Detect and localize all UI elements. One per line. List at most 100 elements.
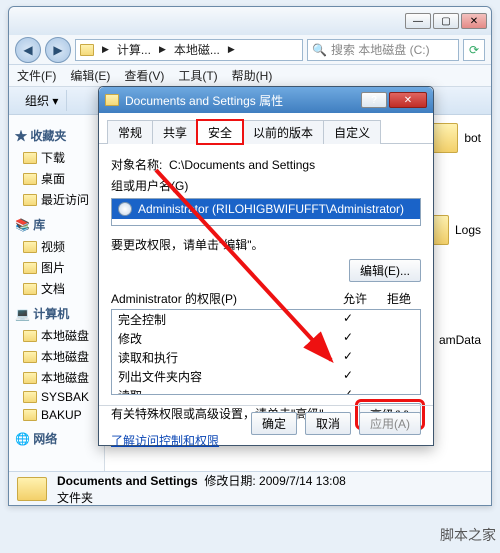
deny-label: 拒绝 [377,290,421,307]
drive-icon [23,409,37,421]
permission-row: 修改✓ [112,329,420,348]
perm-allow-check: ✓ [326,387,370,395]
window-controls: — ▢ ✕ [405,13,487,29]
forward-button[interactable]: ▶ [45,37,71,63]
dialog-titlebar[interactable]: Documents and Settings 属性 ? ✕ [99,87,433,113]
back-button[interactable]: ◀ [15,37,41,63]
apply-button[interactable]: 应用(A) [359,412,421,435]
sidebar-item-videos[interactable]: 视频 [13,236,100,257]
menu-view[interactable]: 查看(V) [124,67,164,84]
search-input[interactable]: 🔍 搜索 本地磁盘 (C:) [307,39,459,61]
sidebar-item-drive[interactable]: 本地磁盘 [13,367,100,388]
date-value: 2009/7/14 13:08 [259,474,346,488]
sidebar-item-downloads[interactable]: 下载 [13,147,100,168]
user-list[interactable]: Administrator (RILOHIGBWIFUFFT\Administr… [111,198,421,226]
chevron-right-icon[interactable]: ▶ [159,44,166,55]
menu-edit[interactable]: 编辑(E) [70,67,110,84]
breadcrumb-part[interactable]: 本地磁... [174,41,220,58]
drive-icon [23,372,37,384]
cancel-button[interactable]: 取消 [305,412,351,435]
dialog-close-button[interactable]: ✕ [389,92,427,108]
folder-icon [17,477,47,501]
favorites-header[interactable]: ★ 收藏夹 [15,127,98,144]
status-info: Documents and Settings 修改日期: 2009/7/14 1… [57,472,346,506]
tab-strip: 常规 共享 安全 以前的版本 自定义 [99,113,433,144]
permission-owner-label: Administrator 的权限(P) [111,290,333,307]
sidebar-item-drive[interactable]: 本地磁盘 [13,325,100,346]
refresh-button[interactable]: ⟳ [463,39,485,61]
drive-icon [23,330,37,342]
perm-name: 完全控制 [118,311,326,328]
sidebar-item-drive[interactable]: 本地磁盘 [13,346,100,367]
tab-security[interactable]: 安全 [197,120,243,144]
address-bar: ◀ ▶ ▶ 计算... ▶ 本地磁... ▶ 🔍 搜索 本地磁盘 (C:) ⟳ [9,35,491,65]
folder-icon [105,94,119,106]
permission-row: 读取和执行✓ [112,348,420,367]
folder-icon [23,283,37,295]
permission-table[interactable]: 完全控制✓修改✓读取和执行✓列出文件夹内容✓读取✓写入✓ [111,309,421,395]
menu-file[interactable]: 文件(F) [17,67,56,84]
perm-allow-check: ✓ [326,330,370,347]
sidebar-item-bakup[interactable]: BAKUP [13,406,100,424]
perm-name: 修改 [118,330,326,347]
group-users-label: 组或用户名(G) [111,177,421,194]
ok-button[interactable]: 确定 [251,412,297,435]
selected-item-name: Documents and Settings [57,474,198,488]
chevron-right-icon[interactable]: ▶ [228,44,235,55]
tab-previous-versions[interactable]: 以前的版本 [242,120,324,144]
menu-tools[interactable]: 工具(T) [178,67,217,84]
minimize-button[interactable]: — [405,13,431,29]
tab-customize[interactable]: 自定义 [323,120,381,144]
breadcrumb-part[interactable]: 计算... [117,41,151,58]
perm-deny-check [370,387,414,395]
properties-dialog: Documents and Settings 属性 ? ✕ 常规 共享 安全 以… [98,86,434,446]
user-icon [118,202,132,216]
folder-icon [23,194,37,206]
breadcrumb-icon [80,44,94,56]
perm-deny-check [370,349,414,366]
explorer-titlebar[interactable]: — ▢ ✕ [9,7,491,35]
sidebar-item-recent[interactable]: 最近访问 [13,189,100,210]
perm-name: 读取 [118,387,326,395]
close-button[interactable]: ✕ [461,13,487,29]
sidebar-item-documents[interactable]: 文档 [13,278,100,299]
selected-user: Administrator (RILOHIGBWIFUFFT\Administr… [138,202,404,216]
nav-pane[interactable]: ★ 收藏夹 下载 桌面 最近访问 📚 库 视频 图片 文档 💻 计算机 本地磁盘… [9,115,105,471]
dialog-buttons: 确定 取消 应用(A) [99,405,433,441]
folder-icon [23,262,37,274]
item-type: 文件夹 [57,489,346,506]
user-list-item-selected[interactable]: Administrator (RILOHIGBWIFUFFT\Administr… [112,199,420,219]
perm-name: 读取和执行 [118,349,326,366]
maximize-button[interactable]: ▢ [433,13,459,29]
tab-general[interactable]: 常规 [107,120,153,144]
breadcrumb[interactable]: ▶ 计算... ▶ 本地磁... ▶ [75,39,303,61]
status-bar: Documents and Settings 修改日期: 2009/7/14 1… [9,471,491,505]
network-header[interactable]: 🌐 网络 [15,430,98,447]
computer-header[interactable]: 💻 计算机 [15,305,98,322]
edit-permission-text: 要更改权限，请单击"编辑"。 [111,236,421,253]
folder-icon [23,173,37,185]
allow-label: 允许 [333,290,377,307]
menu-help[interactable]: 帮助(H) [232,67,273,84]
dialog-help-button[interactable]: ? [361,92,387,108]
perm-allow-check: ✓ [326,349,370,366]
drive-icon [23,351,37,363]
perm-deny-check [370,311,414,328]
sidebar-item-sysbak[interactable]: SYSBAK [13,388,100,406]
chevron-right-icon[interactable]: ▶ [102,44,109,55]
folder-icon [23,241,37,253]
tab-sharing[interactable]: 共享 [152,120,198,144]
sidebar-item-desktop[interactable]: 桌面 [13,168,100,189]
permission-row: 完全控制✓ [112,310,420,329]
folder-icon [23,152,37,164]
libraries-header[interactable]: 📚 库 [15,216,98,233]
edit-button[interactable]: 编辑(E)... [349,259,421,282]
permission-row: 列出文件夹内容✓ [112,367,420,386]
date-label: 修改日期: [204,474,255,488]
perm-deny-check [370,368,414,385]
organize-button[interactable]: 组织 ▾ [17,90,67,111]
object-name-label: 对象名称: [111,158,162,172]
object-name-value: C:\Documents and Settings [169,158,315,172]
menu-bar: 文件(F) 编辑(E) 查看(V) 工具(T) 帮助(H) [9,65,491,87]
sidebar-item-pictures[interactable]: 图片 [13,257,100,278]
